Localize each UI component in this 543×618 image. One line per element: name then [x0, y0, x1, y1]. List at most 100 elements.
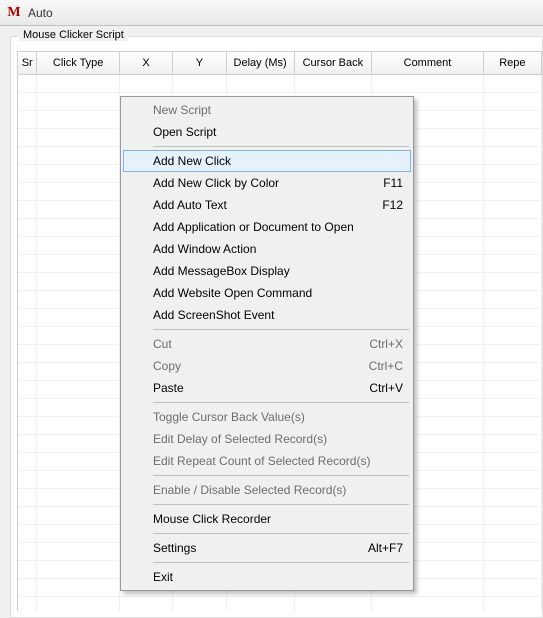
- menu-item-label: Add New Click by Color: [153, 176, 279, 190]
- menu-item-label: Cut: [153, 337, 172, 351]
- table-cell: [484, 201, 542, 218]
- table-cell: [37, 471, 119, 488]
- table-cell: [18, 381, 37, 398]
- table-cell: [484, 129, 542, 146]
- col-repeat[interactable]: Repe: [484, 52, 542, 74]
- table-cell: [484, 273, 542, 290]
- table-cell: [484, 111, 542, 128]
- table-cell: [484, 543, 542, 560]
- table-cell: [18, 147, 37, 164]
- table-cell: [37, 219, 119, 236]
- table-cell: [37, 93, 119, 110]
- table-cell: [18, 201, 37, 218]
- context-menu[interactable]: New ScriptOpen Script Add New Click Add Ne…: [120, 96, 414, 591]
- table-cell: [37, 345, 119, 362]
- table-cell: [37, 327, 119, 344]
- table-cell: [484, 363, 542, 380]
- menu-item[interactable]: Add New Click: [123, 150, 411, 172]
- table-cell: [37, 201, 119, 218]
- table-cell: [484, 399, 542, 416]
- menu-item[interactable]: PasteCtrl+V: [123, 377, 411, 399]
- menu-separator: [153, 533, 409, 534]
- table-row[interactable]: [18, 597, 542, 611]
- menu-item-label: Add ScreenShot Event: [153, 308, 274, 322]
- menu-item-label: Enable / Disable Selected Record(s): [153, 483, 346, 497]
- col-y[interactable]: Y: [173, 52, 226, 74]
- table-cell: [173, 75, 226, 92]
- table-cell: [484, 309, 542, 326]
- table-cell: [484, 165, 542, 182]
- menu-item-label: Add New Click: [153, 154, 231, 168]
- table-cell: [37, 309, 119, 326]
- table-cell: [173, 597, 226, 611]
- menu-item: CopyCtrl+C: [123, 355, 411, 377]
- table-cell: [484, 597, 542, 611]
- table-cell: [484, 417, 542, 434]
- titlebar[interactable]: M Auto: [0, 0, 543, 26]
- table-cell: [484, 255, 542, 272]
- menu-item-label: Copy: [153, 359, 181, 373]
- menu-item-label: Toggle Cursor Back Value(s): [153, 410, 305, 424]
- menu-item-label: Add Window Action: [153, 242, 256, 256]
- col-x[interactable]: X: [120, 52, 173, 74]
- table-cell: [484, 183, 542, 200]
- table-cell: [484, 345, 542, 362]
- menu-item[interactable]: Open Script: [123, 121, 411, 143]
- col-delay[interactable]: Delay (Ms): [227, 52, 295, 74]
- table-row[interactable]: [18, 75, 542, 93]
- menu-item[interactable]: Add Window Action: [123, 238, 411, 260]
- menu-separator: [153, 475, 409, 476]
- menu-item[interactable]: Mouse Click Recorder: [123, 508, 411, 530]
- table-cell: [484, 471, 542, 488]
- table-cell: [295, 75, 373, 92]
- table-cell: [37, 435, 119, 452]
- table-cell: [37, 417, 119, 434]
- table-cell: [37, 525, 119, 542]
- col-comment[interactable]: Comment: [372, 52, 484, 74]
- menu-item-label: Add Auto Text: [153, 198, 227, 212]
- table-cell: [18, 309, 37, 326]
- menu-item[interactable]: SettingsAlt+F7: [123, 537, 411, 559]
- col-sr[interactable]: Sr: [18, 52, 37, 74]
- table-cell: [37, 291, 119, 308]
- table-cell: [484, 93, 542, 110]
- table-header-row: Sr Click Type X Y Delay (Ms) Cursor Back…: [18, 52, 542, 75]
- table-cell: [37, 453, 119, 470]
- menu-item[interactable]: Exit: [123, 566, 411, 588]
- menu-item-label: Add Website Open Command: [153, 286, 312, 300]
- table-cell: [18, 525, 37, 542]
- menu-item: New Script: [123, 99, 411, 121]
- menu-item[interactable]: Add ScreenShot Event: [123, 304, 411, 326]
- menu-separator: [153, 402, 409, 403]
- table-cell: [18, 435, 37, 452]
- menu-item: Edit Repeat Count of Selected Record(s): [123, 450, 411, 472]
- menu-item-label: Paste: [153, 381, 184, 395]
- table-cell: [18, 93, 37, 110]
- col-click-type[interactable]: Click Type: [37, 52, 119, 74]
- table-cell: [484, 579, 542, 596]
- table-cell: [484, 525, 542, 542]
- table-cell: [484, 489, 542, 506]
- menu-separator: [153, 504, 409, 505]
- menu-item[interactable]: Add Application or Document to Open: [123, 216, 411, 238]
- menu-item[interactable]: Add New Click by Color F11: [123, 172, 411, 194]
- col-cursor-back[interactable]: Cursor Back: [295, 52, 373, 74]
- menu-item-shortcut: Alt+F7: [348, 541, 403, 555]
- menu-item[interactable]: Add MessageBox Display: [123, 260, 411, 282]
- table-cell: [37, 129, 119, 146]
- table-cell: [37, 255, 119, 272]
- menu-item-label: Add Application or Document to Open: [153, 220, 354, 234]
- table-cell: [227, 75, 295, 92]
- table-cell: [18, 219, 37, 236]
- menu-item-label: Edit Repeat Count of Selected Record(s): [153, 454, 370, 468]
- menu-item[interactable]: Add Website Open Command: [123, 282, 411, 304]
- table-cell: [18, 453, 37, 470]
- menu-item-label: Exit: [153, 570, 173, 584]
- menu-item-label: Add MessageBox Display: [153, 264, 290, 278]
- menu-item-shortcut: F11: [363, 176, 403, 190]
- table-cell: [18, 597, 37, 611]
- menu-item[interactable]: Add Auto TextF12: [123, 194, 411, 216]
- table-cell: [18, 327, 37, 344]
- menu-item: CutCtrl+X: [123, 333, 411, 355]
- table-cell: [484, 507, 542, 524]
